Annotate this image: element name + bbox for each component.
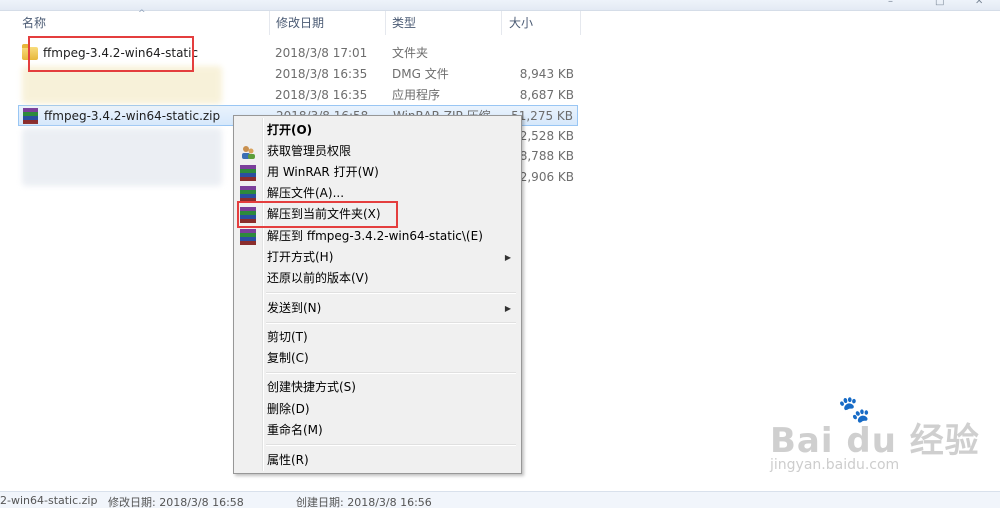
status-filename: 2-win64-static.zip: [0, 494, 98, 507]
menu-item-label: 获取管理员权限: [267, 144, 352, 158]
file-type: 文件夹: [392, 46, 429, 60]
column-divider[interactable]: [269, 11, 270, 35]
file-date: 2018/3/8 16:35: [275, 88, 368, 102]
details-status-bar: 2-win64-static.zip 修改日期: 2018/3/8 16:58 …: [0, 491, 1000, 509]
file-type: DMG 文件: [392, 67, 449, 81]
file-type: 应用程序: [392, 88, 441, 102]
menu-item-label: 创建快捷方式(S): [267, 380, 356, 394]
menu-item-label: 发送到(N): [267, 301, 322, 315]
column-divider[interactable]: [580, 11, 581, 35]
highlight-box-folder: [28, 36, 194, 72]
column-header: ^ 名称 修改日期 类型 大小: [0, 9, 1000, 35]
file-size: 8,943 KB: [519, 67, 574, 81]
winrar-icon: [240, 165, 256, 181]
close-icon[interactable]: ✕: [975, 0, 985, 7]
watermark-url: jingyan.baidu.com: [770, 457, 900, 473]
winrar-icon: [23, 108, 38, 124]
minimize-icon[interactable]: –: [888, 0, 898, 7]
submenu-arrow-icon: ▶: [504, 253, 511, 262]
menu-item-label: 剪切(T): [267, 330, 308, 344]
menu-item-label: 重命名(M): [267, 423, 323, 437]
winrar-icon: [240, 186, 256, 202]
context-menu: 打开(O) 获取管理员权限 用 WinRAR 打开(W) 解压文件(A)... …: [233, 115, 522, 474]
menu-item-label: 解压到 ffmpeg-3.4.2-win64-static\(E): [267, 229, 483, 243]
column-name-header[interactable]: 名称: [22, 11, 46, 35]
menu-item-label: 属性(R): [267, 453, 309, 467]
admin-users-icon: [240, 144, 256, 160]
menu-item-label: 用 WinRAR 打开(W): [267, 165, 379, 179]
menu-item-label: 还原以前的版本(V): [267, 271, 369, 285]
menu-item-open-with-winrar[interactable]: 用 WinRAR 打开(W): [236, 162, 519, 183]
menu-item-label: 删除(D): [267, 402, 310, 416]
winrar-icon: [240, 229, 256, 245]
menu-separator: [266, 292, 516, 294]
watermark-brand: Bai du 经验: [770, 421, 980, 461]
menu-item-create-shortcut[interactable]: 创建快捷方式(S): [236, 377, 519, 398]
menu-item-cut[interactable]: 剪切(T): [236, 327, 519, 348]
file-date: 2018/3/8 16:35: [275, 67, 368, 81]
baidu-jingyan-watermark: 🐾 Bai du 经验 jingyan.baidu.com: [760, 395, 990, 485]
menu-item-copy[interactable]: 复制(C): [236, 348, 519, 369]
menu-separator: [266, 444, 516, 446]
menu-item-extract-to-folder[interactable]: 解压到 ffmpeg-3.4.2-win64-static\(E): [236, 226, 519, 247]
window-title-strip: – □ ✕: [0, 0, 1000, 11]
file-name: ffmpeg-3.4.2-win64-static.zip: [44, 109, 221, 123]
menu-item-run-as-admin[interactable]: 获取管理员权限: [236, 141, 519, 162]
menu-item-restore-previous[interactable]: 还原以前的版本(V): [236, 268, 519, 289]
blurred-file-name: [22, 128, 222, 186]
menu-item-open[interactable]: 打开(O): [236, 120, 519, 141]
menu-item-send-to[interactable]: 发送到(N) ▶: [236, 298, 519, 319]
menu-item-properties[interactable]: 属性(R): [236, 450, 519, 471]
menu-item-label: 打开方式(H): [267, 250, 334, 264]
sort-ascending-icon: ^: [138, 9, 146, 19]
menu-separator: [266, 372, 516, 374]
menu-item-delete[interactable]: 删除(D): [236, 399, 519, 420]
column-size-header[interactable]: 大小: [509, 11, 533, 35]
status-modified: 修改日期: 2018/3/8 16:58: [108, 496, 244, 509]
highlight-box-extract-here: [237, 201, 398, 228]
file-date: 2018/3/8 17:01: [275, 46, 368, 60]
column-divider[interactable]: [501, 11, 502, 35]
menu-item-open-with[interactable]: 打开方式(H) ▶: [236, 247, 519, 268]
column-date-header[interactable]: 修改日期: [276, 11, 324, 35]
menu-separator: [266, 322, 516, 324]
file-size: 8,687 KB: [519, 88, 574, 102]
menu-item-label: 复制(C): [267, 351, 309, 365]
maximize-icon[interactable]: □: [935, 0, 945, 7]
column-divider[interactable]: [385, 11, 386, 35]
menu-item-rename[interactable]: 重命名(M): [236, 420, 519, 441]
menu-item-label: 打开(O): [267, 123, 313, 137]
column-type-header[interactable]: 类型: [392, 11, 416, 35]
status-created: 创建日期: 2018/3/8 16:56: [296, 496, 432, 509]
submenu-arrow-icon: ▶: [504, 304, 511, 313]
file-size: 2,528 KB: [519, 129, 574, 143]
